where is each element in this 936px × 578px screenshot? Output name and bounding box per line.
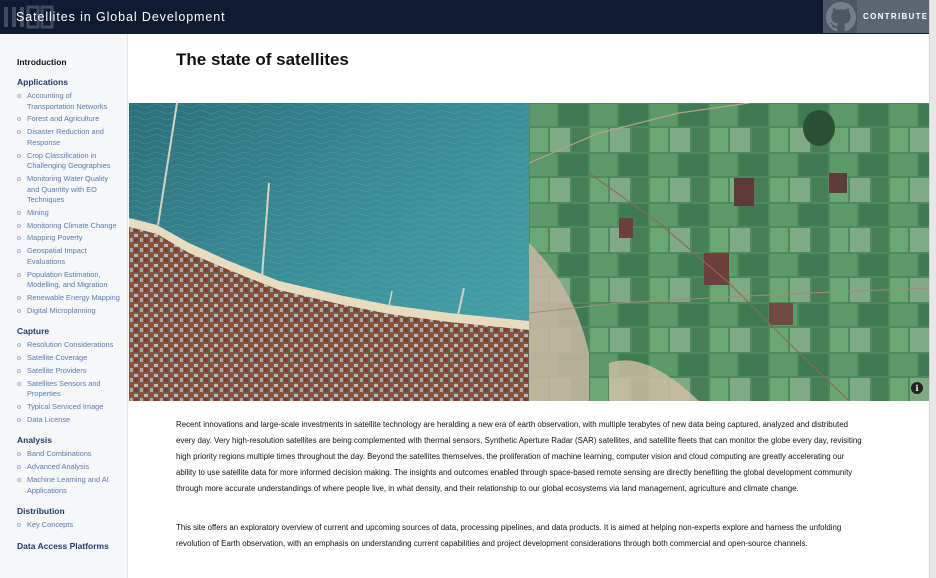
bullet-icon xyxy=(17,272,21,277)
sidebar-item-label: Disaster Reduction and Response xyxy=(27,127,104,147)
sidebar-section-applications[interactable]: Applications xyxy=(17,77,121,87)
bullet-icon xyxy=(17,210,21,215)
intro-paragraph-2: This site offers an exploratory overview… xyxy=(176,523,842,548)
sidebar-item[interactable]: Advanced Analysis xyxy=(17,462,121,473)
bullet-icon xyxy=(17,356,21,361)
sidebar-item-label: Mapping Poverty xyxy=(27,233,83,243)
bullet-icon xyxy=(17,236,21,241)
contribute-label: CONTRIBUTE xyxy=(863,12,929,21)
sidebar-item-label: Crop Classification in Challenging Geogr… xyxy=(27,150,111,171)
window-scrollbar[interactable] xyxy=(929,0,936,578)
coastal-city-satellite-image xyxy=(129,103,529,401)
site-title[interactable]: Satellites in Global Development xyxy=(16,10,225,24)
sidebar: Introduction Applications Accounting of … xyxy=(0,34,128,578)
sidebar-item-label: Advanced Analysis xyxy=(27,462,90,472)
bullet-icon xyxy=(17,465,21,470)
sidebar-item-label: Satellite Coverage xyxy=(27,353,88,363)
sidebar-item[interactable]: Crop Classification in Challenging Geogr… xyxy=(17,151,121,172)
sidebar-item[interactable]: Band Combinations xyxy=(17,449,121,460)
info-icon[interactable]: i xyxy=(911,382,923,394)
sidebar-item[interactable]: Typical Serviced Image xyxy=(17,402,121,413)
bullet-icon xyxy=(17,223,21,228)
sidebar-item[interactable]: Satellites Sensors and Properties xyxy=(17,379,121,400)
sidebar-item-label: Satellites Sensors and Properties xyxy=(27,378,101,399)
sidebar-item-label: Accounting of Transportation Networks xyxy=(27,91,108,111)
bullet-icon xyxy=(17,153,21,158)
sidebar-nav: Introduction Applications Accounting of … xyxy=(17,57,121,555)
bullet-icon xyxy=(17,343,21,348)
sidebar-item-label: Data License xyxy=(27,414,71,424)
sidebar-item[interactable]: Digital Microplanning xyxy=(17,306,121,317)
sidebar-item-label: Monitoring Climate Change xyxy=(27,220,117,230)
sidebar-item-label: Typical Serviced Image xyxy=(27,402,104,412)
sidebar-item[interactable]: Renewable Energy Mapping xyxy=(17,293,121,304)
sidebar-item[interactable]: Monitoring Climate Change xyxy=(17,221,121,232)
sidebar-item-label: Key Concepts xyxy=(27,520,74,530)
top-header: Satellites in Global Development CONTRIB… xyxy=(0,0,936,34)
sidebar-item[interactable]: Disaster Reduction and Response xyxy=(17,127,121,148)
sidebar-item-label: Digital Microplanning xyxy=(27,305,96,315)
sidebar-item[interactable]: Data License xyxy=(17,415,121,426)
bullet-icon xyxy=(17,368,21,373)
bullet-icon xyxy=(17,176,21,181)
sidebar-section-data-access-platforms[interactable]: Data Access Platforms xyxy=(17,541,121,551)
sidebar-item[interactable]: Forest and Agriculture xyxy=(17,114,121,125)
sidebar-item[interactable]: Satellite Providers xyxy=(17,366,121,377)
sidebar-item-introduction[interactable]: Introduction xyxy=(17,57,121,67)
bullet-icon xyxy=(17,117,21,122)
sidebar-item-label: Band Combinations xyxy=(27,449,92,459)
bullet-icon xyxy=(17,417,21,422)
sidebar-item-label: Satellite Providers xyxy=(27,365,87,375)
hero-image: i xyxy=(129,103,929,401)
bullet-icon xyxy=(17,523,21,528)
sidebar-item[interactable]: Machine Learning and AI Applications xyxy=(17,475,121,496)
bullet-icon xyxy=(17,94,21,98)
page-title: The state of satellites xyxy=(176,50,349,69)
sidebar-item-label: Resolution Considerations xyxy=(27,340,114,350)
farmland-satellite-image xyxy=(529,103,929,401)
contribute-button[interactable]: CONTRIBUTE xyxy=(823,0,929,33)
bullet-icon xyxy=(17,452,21,457)
sidebar-item[interactable]: Mapping Poverty xyxy=(17,233,121,244)
sidebar-item-label: Machine Learning and AI Applications xyxy=(27,475,109,495)
sidebar-item[interactable]: Key Concepts xyxy=(17,520,121,531)
github-icon xyxy=(823,0,857,33)
sidebar-item[interactable]: Resolution Considerations xyxy=(17,340,121,351)
sidebar-item[interactable]: Satellite Coverage xyxy=(17,353,121,364)
sidebar-item-label: Population Estimation, Modelling, and Mi… xyxy=(27,269,108,290)
sidebar-item[interactable]: Monitoring Water Quality and Quantity wi… xyxy=(17,174,121,206)
sidebar-item-label: Renewable Energy Mapping xyxy=(27,292,120,302)
bullet-icon xyxy=(17,130,21,135)
sidebar-item[interactable]: Accounting of Transportation Networks xyxy=(17,91,121,112)
sidebar-section-analysis[interactable]: Analysis xyxy=(17,435,121,445)
bullet-icon xyxy=(17,308,21,313)
sidebar-section-capture[interactable]: Capture xyxy=(17,326,121,336)
sidebar-item-label: Mining xyxy=(27,207,49,217)
intro-paragraph-1: Recent innovations and large-scale inves… xyxy=(176,420,862,493)
sidebar-item-label: Forest and Agriculture xyxy=(27,114,100,124)
bullet-icon xyxy=(17,381,21,386)
bullet-icon xyxy=(17,478,21,482)
sidebar-item[interactable]: Geospatial Impact Evaluations xyxy=(17,246,121,267)
bullet-icon xyxy=(17,295,21,300)
bullet-icon xyxy=(17,249,21,254)
sidebar-item-label: Geospatial Impact Evaluations xyxy=(27,246,87,266)
sidebar-item[interactable]: Population Estimation, Modelling, and Mi… xyxy=(17,270,121,291)
sidebar-item[interactable]: Mining xyxy=(17,208,121,219)
bullet-icon xyxy=(17,405,21,410)
sidebar-section-distribution[interactable]: Distribution xyxy=(17,506,121,516)
sidebar-item-label: Monitoring Water Quality and Quantity wi… xyxy=(27,173,109,205)
